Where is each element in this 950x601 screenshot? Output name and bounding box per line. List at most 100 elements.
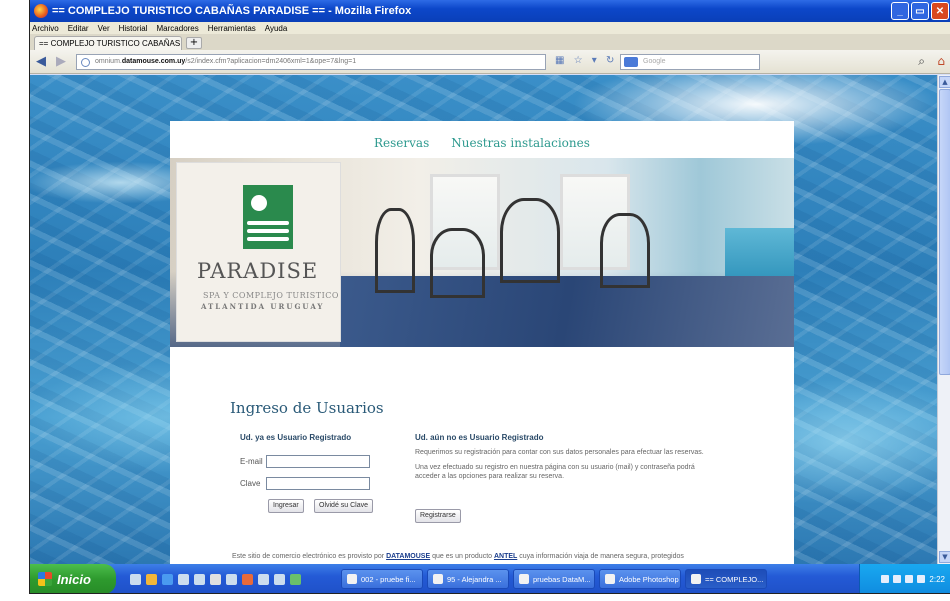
password-label: Clave — [240, 479, 261, 488]
tab-complejo[interactable]: == COMPLEJO TURISTICO CABAÑAS PARA... — [34, 36, 182, 50]
url-domain: datamouse.com.uy — [121, 58, 186, 65]
taskbar-item[interactable]: Adobe Photoshop — [599, 569, 681, 589]
menu-bar: Archivo Editar Ver Historial Marcadores … — [30, 22, 950, 34]
quick-launch-icon[interactable] — [130, 573, 141, 585]
hero-banner: PARADISE SPA Y COMPLEJO TURISTICO ATLANT… — [170, 158, 794, 347]
datamouse-link[interactable]: DATAMOUSE — [386, 553, 430, 560]
scroll-up-icon[interactable]: ▲ — [939, 76, 950, 88]
search-placeholder: Google — [643, 58, 666, 65]
logo-wave — [247, 237, 289, 241]
url-bar-icons[interactable]: ▦ ☆ ▾ ↻ — [555, 55, 617, 66]
url-bar[interactable]: omnium.datamouse.com.uy/s2/index.cfm?apl… — [76, 54, 546, 70]
footer-text-2: que es un producto — [430, 553, 494, 560]
login-button[interactable]: Ingresar — [268, 499, 304, 513]
menu-archivo[interactable]: Archivo — [32, 24, 59, 33]
navigation-toolbar: ◀ ▶ omnium.datamouse.com.uy/s2/index.cfm… — [30, 50, 950, 74]
email-field[interactable] — [266, 455, 370, 468]
quick-launch-icon[interactable] — [226, 573, 237, 585]
taskbar-item-label: == COMPLEJO... — [705, 574, 764, 584]
logo-title: PARADISE — [197, 259, 319, 283]
nav-link-instalaciones[interactable]: Nuestras instalaciones — [451, 136, 590, 150]
gym-machine — [375, 208, 415, 293]
footer-text-1: Este sitio de comercio electrónico es pr… — [232, 553, 387, 560]
system-tray: 2:22 — [859, 564, 950, 593]
taskbar-item[interactable]: pruebas DataM... — [513, 569, 595, 589]
registered-heading: Ud. ya es Usuario Registrado — [240, 433, 352, 442]
taskbar-item[interactable]: 95 - Alejandra ... — [427, 569, 509, 589]
tray-icon[interactable] — [893, 575, 902, 583]
gym-machine — [500, 198, 560, 283]
search-icon[interactable]: ⌕ — [918, 54, 925, 69]
home-icon[interactable]: ⌂ — [937, 54, 945, 68]
registration-info-1: Requerimos su registración para contar c… — [415, 449, 704, 456]
footer-notice: Este sitio de comercio electrónico es pr… — [232, 553, 684, 560]
quick-launch-icon[interactable] — [146, 573, 157, 585]
register-button[interactable]: Registrarse — [415, 509, 461, 523]
clock: 2:22 — [929, 574, 945, 584]
window-controls: _ ▭ ✕ — [891, 2, 949, 20]
search-box[interactable]: Google — [620, 54, 760, 70]
document-icon — [519, 574, 529, 584]
document-icon — [433, 574, 443, 584]
forward-arrow-icon[interactable]: ▶ — [56, 54, 66, 69]
unregistered-heading: Ud. aún no es Usuario Registrado — [415, 433, 544, 442]
firefox-icon — [691, 574, 701, 584]
menu-marcadores[interactable]: Marcadores — [157, 24, 199, 33]
logo-emblem — [243, 185, 293, 249]
tray-icon[interactable] — [881, 575, 890, 583]
close-button[interactable]: ✕ — [931, 2, 949, 20]
quick-launch-icon[interactable] — [258, 573, 269, 585]
photoshop-icon — [605, 574, 615, 584]
paradise-logo: PARADISE SPA Y COMPLEJO TURISTICO ATLANT… — [176, 162, 341, 342]
taskbar-item-label: Adobe Photoshop — [619, 574, 679, 584]
menu-editar[interactable]: Editar — [68, 24, 89, 33]
registration-info-2: Una vez efectuado su registro en nuestra… — [415, 464, 695, 480]
taskbar-item-label: pruebas DataM... — [533, 574, 591, 584]
logo-wave — [247, 221, 289, 225]
quick-launch-icon[interactable] — [194, 573, 205, 585]
folder-icon — [347, 574, 357, 584]
globe-icon — [81, 58, 90, 67]
windows-flag-icon — [38, 572, 52, 586]
window-title-bar: == COMPLEJO TURISTICO CABAÑAS PARADISE =… — [30, 0, 950, 22]
new-tab-button[interactable]: + — [186, 37, 202, 49]
quick-launch-icon[interactable] — [242, 573, 253, 585]
registered-user-form: Ud. ya es Usuario Registrado E-mail Clav… — [240, 433, 390, 513]
quick-launch-icon[interactable] — [210, 573, 221, 585]
tray-icon[interactable] — [917, 575, 926, 583]
quick-launch-icon[interactable] — [178, 573, 189, 585]
taskbar-item[interactable]: 002 - pruebe fi... — [341, 569, 423, 589]
gym-machine — [430, 228, 485, 298]
quick-launch-icon[interactable] — [274, 573, 285, 585]
taskbar-item-label: 95 - Alejandra ... — [447, 574, 502, 584]
menu-ayuda[interactable]: Ayuda — [265, 24, 288, 33]
menu-historial[interactable]: Historial — [119, 24, 148, 33]
menu-ver[interactable]: Ver — [98, 24, 110, 33]
firefox-icon — [34, 4, 48, 18]
quick-launch — [130, 573, 301, 585]
quick-launch-icon[interactable] — [290, 573, 301, 585]
minimize-button[interactable]: _ — [891, 2, 909, 20]
gym-machine — [600, 213, 650, 288]
taskbar-item-active[interactable]: == COMPLEJO... — [685, 569, 767, 589]
back-arrow-icon[interactable]: ◀ — [36, 54, 46, 69]
antel-link[interactable]: ANTEL — [494, 553, 517, 560]
tray-icon[interactable] — [905, 575, 914, 583]
maximize-button[interactable]: ▭ — [911, 2, 929, 20]
nav-link-reservas[interactable]: Reservas — [374, 136, 429, 150]
quick-launch-icon[interactable] — [162, 573, 173, 585]
start-button[interactable]: Inicio — [30, 564, 116, 593]
email-row: E-mail — [240, 455, 370, 468]
password-row: Clave — [240, 477, 370, 490]
scroll-thumb[interactable] — [939, 89, 950, 375]
password-field[interactable] — [266, 477, 370, 490]
screen: == COMPLEJO TURISTICO CABAÑAS PARADISE =… — [29, 0, 950, 594]
login-title: Ingreso de Usuarios — [230, 399, 384, 417]
vertical-scrollbar[interactable]: ▲ ▼ — [937, 75, 950, 564]
forgot-password-button[interactable]: Olvidé su Clave — [314, 499, 374, 513]
menu-herramientas[interactable]: Herramientas — [208, 24, 256, 33]
scroll-down-icon[interactable]: ▼ — [939, 551, 950, 563]
site-page: Reservas Nuestras instalaciones PARADISE… — [170, 121, 794, 564]
logo-sun — [251, 195, 267, 211]
footer-text-3: cuya información viaja de manera segura,… — [517, 553, 684, 560]
